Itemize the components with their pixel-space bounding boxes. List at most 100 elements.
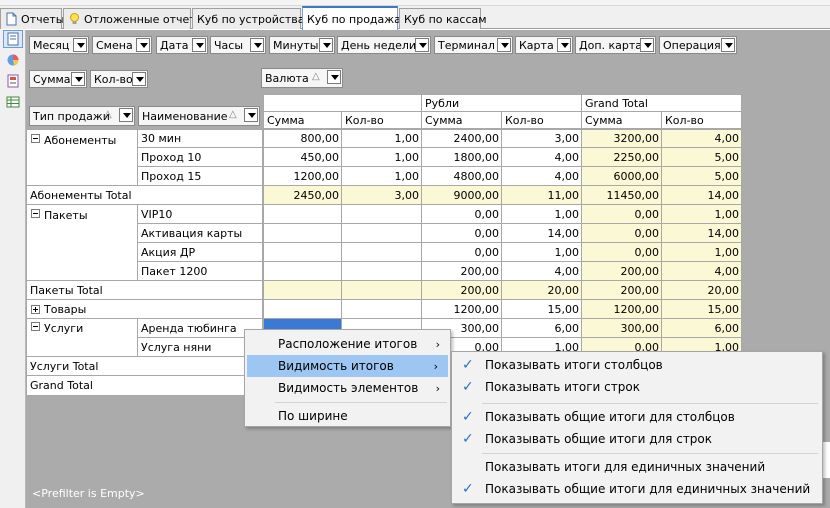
data-cell[interactable] <box>263 243 342 262</box>
filter-field-weekday[interactable]: День недели <box>337 36 431 54</box>
chevron-down-icon[interactable] <box>557 38 571 52</box>
chart-view-button[interactable] <box>3 51 23 69</box>
submenu-item-column-grand-totals[interactable]: ✓ Показывать общие итоги для столбцов <box>452 406 822 428</box>
chevron-down-icon[interactable] <box>71 72 85 86</box>
data-cell[interactable]: 11450,00 <box>582 186 662 205</box>
tab-device-cube[interactable]: Куб по устройствам <box>192 8 313 29</box>
data-cell[interactable]: 20,00 <box>502 281 582 300</box>
data-cell[interactable] <box>263 262 342 281</box>
data-cell[interactable] <box>263 300 342 319</box>
data-cell[interactable]: 4800,00 <box>422 167 502 186</box>
data-cell[interactable]: 1,00 <box>502 243 582 262</box>
data-cell[interactable]: 1,00 <box>342 167 422 186</box>
chevron-down-icon[interactable] <box>132 72 146 86</box>
data-cell[interactable]: 200,00 <box>422 262 502 281</box>
data-cell[interactable] <box>263 281 342 300</box>
tab-cashier-cube[interactable]: Куб по кассам <box>399 8 487 29</box>
collapse-icon[interactable] <box>31 209 40 218</box>
data-cell[interactable]: 0,00 <box>422 243 502 262</box>
data-cell[interactable]: 4,00 <box>502 148 582 167</box>
submenu-item-single-value-grand-totals[interactable]: ✓ Показывать общие итоги для единичных зн… <box>452 478 822 500</box>
data-cell[interactable]: 5,00 <box>662 148 742 167</box>
menu-item-totals-position[interactable]: Расположение итогов › <box>245 333 450 355</box>
filter-field-hours[interactable]: Часы <box>210 36 266 54</box>
row-group-header[interactable]: Пакеты <box>26 205 138 281</box>
data-cell[interactable]: 0,00 <box>582 243 662 262</box>
submenu-item-column-totals[interactable]: ✓ Показывать итоги столбцов <box>452 354 822 376</box>
data-cell[interactable]: 4,00 <box>502 262 582 281</box>
data-cell[interactable]: 200,00 <box>422 281 502 300</box>
data-cell[interactable]: 1800,00 <box>422 148 502 167</box>
row-group-header[interactable]: Услуги <box>26 319 138 357</box>
submenu-item-single-value-totals[interactable]: Показывать итоги для единичных значений <box>452 456 822 478</box>
chevron-down-icon[interactable] <box>497 38 511 52</box>
prefilter-label[interactable]: <Prefilter is Empty> <box>26 478 456 508</box>
data-cell[interactable]: 15,00 <box>502 300 582 319</box>
filter-field-terminal[interactable]: Терминал <box>434 36 513 54</box>
filter-field-month[interactable]: Месяц <box>29 36 89 54</box>
column-field-currency[interactable]: Валюта △ <box>261 68 343 88</box>
chevron-down-icon[interactable] <box>192 38 206 52</box>
tab-reports[interactable]: Отчеты <box>0 8 64 29</box>
data-cell[interactable]: 14,00 <box>662 186 742 205</box>
data-cell[interactable]: 2250,00 <box>582 148 662 167</box>
data-cell[interactable]: 4,00 <box>502 167 582 186</box>
data-cell[interactable]: 9000,00 <box>422 186 502 205</box>
data-cell[interactable] <box>342 281 422 300</box>
data-cell[interactable]: 6000,00 <box>582 167 662 186</box>
data-cell[interactable] <box>342 300 422 319</box>
expand-icon[interactable] <box>31 304 40 314</box>
table-view-button[interactable] <box>3 93 23 111</box>
report-view-button[interactable] <box>3 72 23 90</box>
data-cell[interactable]: 1,00 <box>662 205 742 224</box>
data-cell[interactable]: 3,00 <box>502 129 582 148</box>
data-cell[interactable]: 800,00 <box>263 129 342 148</box>
filter-field-shift[interactable]: Смена <box>92 36 152 54</box>
chevron-down-icon[interactable] <box>721 38 735 52</box>
chevron-down-icon[interactable] <box>250 38 264 52</box>
data-cell[interactable]: 1200,00 <box>263 167 342 186</box>
data-cell[interactable]: 300,00 <box>582 319 662 338</box>
data-cell[interactable] <box>263 224 342 243</box>
chevron-down-icon[interactable] <box>136 38 150 52</box>
data-cell[interactable]: 6,00 <box>662 319 742 338</box>
data-cell[interactable]: 1,00 <box>502 205 582 224</box>
data-cell[interactable]: 3,00 <box>342 186 422 205</box>
data-cell[interactable] <box>263 205 342 224</box>
chevron-down-icon[interactable] <box>119 108 133 122</box>
data-cell[interactable]: 0,00 <box>422 205 502 224</box>
data-cell[interactable]: 4,00 <box>662 262 742 281</box>
submenu-item-row-totals[interactable]: ✓ Показывать итоги строк <box>452 376 822 398</box>
row-group-header[interactable]: Товары <box>26 300 263 319</box>
tab-deferred-reports[interactable]: Отложенные отчеты <box>63 8 204 29</box>
chevron-down-icon[interactable] <box>73 38 87 52</box>
data-cell[interactable] <box>342 224 422 243</box>
menu-item-totals-visibility[interactable]: Видимость итогов › <box>247 355 448 377</box>
chevron-down-icon[interactable] <box>244 108 258 122</box>
data-cell[interactable]: 0,00 <box>582 205 662 224</box>
chevron-down-icon[interactable] <box>319 38 333 52</box>
chevron-down-icon[interactable] <box>640 38 654 52</box>
data-cell[interactable]: 0,00 <box>422 224 502 243</box>
chevron-down-icon[interactable] <box>327 70 341 84</box>
row-group-header[interactable]: Абонементы <box>26 129 138 186</box>
data-cell[interactable]: 0,00 <box>582 224 662 243</box>
filter-field-extra-card[interactable]: Доп. карта <box>575 36 656 54</box>
data-cell[interactable]: 14,00 <box>502 224 582 243</box>
tab-sales-cube[interactable]: Куб по продажам <box>302 6 409 30</box>
row-field-sale-type[interactable]: Тип продажи △ <box>29 106 135 126</box>
data-cell[interactable]: 4,00 <box>662 129 742 148</box>
data-field-sum[interactable]: Сумма <box>29 70 87 88</box>
menu-item-fit-width[interactable]: По ширине <box>245 405 450 427</box>
collapse-icon[interactable] <box>31 134 40 143</box>
data-cell[interactable]: 2400,00 <box>422 129 502 148</box>
data-cell[interactable]: 1,00 <box>662 243 742 262</box>
grid-view-button[interactable] <box>3 30 23 48</box>
filter-field-card[interactable]: Карта <box>515 36 573 54</box>
data-cell[interactable]: 14,00 <box>662 224 742 243</box>
data-field-count[interactable]: Кол-во <box>90 70 148 88</box>
filter-field-minutes[interactable]: Минуты <box>269 36 335 54</box>
data-cell[interactable]: 200,00 <box>582 281 662 300</box>
data-cell[interactable]: 11,00 <box>502 186 582 205</box>
data-cell[interactable] <box>342 243 422 262</box>
